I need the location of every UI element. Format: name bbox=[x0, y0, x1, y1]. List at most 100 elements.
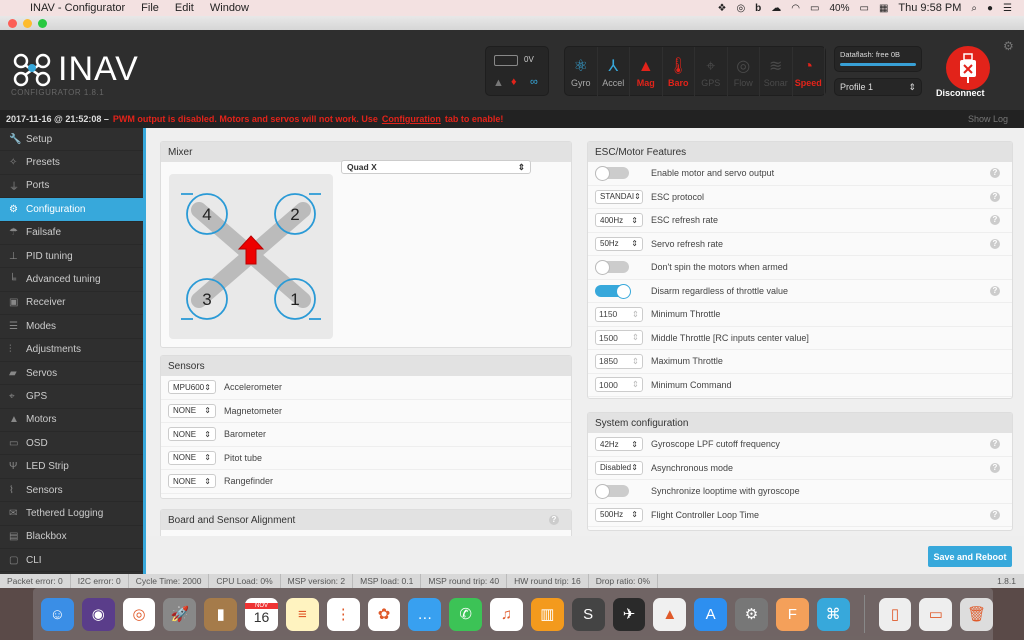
dock-vlc[interactable]: ▲ bbox=[653, 597, 687, 631]
sidebar-item-cli[interactable]: ▢ CLI bbox=[0, 549, 143, 573]
dock-reminders[interactable]: ⋮ bbox=[326, 597, 360, 631]
sidebar-item-setup[interactable]: 🔧 Setup bbox=[0, 128, 143, 152]
help-icon[interactable]: ? bbox=[990, 462, 1000, 473]
stepper-icon[interactable]: ⇕ bbox=[632, 356, 639, 367]
sidebar-item-adjustments[interactable]: ⫶ Adjustments bbox=[0, 339, 143, 362]
dock-notes[interactable]: ≡ bbox=[285, 597, 319, 631]
spotlight-icon[interactable]: ⌕ bbox=[971, 3, 977, 14]
battery-percent[interactable]: 40% bbox=[829, 3, 849, 14]
sidebar-item-osd[interactable]: ▭ OSD bbox=[0, 432, 143, 456]
asynchronous-mode-select[interactable]: Disabled ⇕ bbox=[595, 460, 643, 475]
cloud-icon[interactable]: ☁ bbox=[771, 3, 781, 14]
dock-chrome[interactable]: ◎ bbox=[122, 597, 156, 631]
stepper-icon[interactable]: ⇕ bbox=[632, 332, 639, 343]
profile-select[interactable]: Profile 1 ⇕ bbox=[834, 78, 922, 96]
menu-file[interactable]: File bbox=[141, 2, 159, 14]
sidebar-item-configuration[interactable]: ⚙ Configuration bbox=[0, 198, 143, 222]
dropbox-icon[interactable]: ❖ bbox=[717, 3, 726, 14]
flight-controller-loop-time-select[interactable]: 500Hz ⇕ bbox=[595, 507, 643, 522]
sidebar-item-receiver[interactable]: ▣ Receiver bbox=[0, 292, 143, 316]
barometer-select[interactable]: NONE ⇕ bbox=[168, 427, 216, 442]
synchronize-looptime-with-gyroscope-toggle[interactable] bbox=[595, 484, 629, 500]
stepper-icon[interactable]: ⇕ bbox=[632, 309, 639, 320]
stepper-icon[interactable]: ⇕ bbox=[632, 379, 639, 390]
help-icon[interactable]: ? bbox=[990, 215, 1000, 226]
close-window-button[interactable] bbox=[8, 18, 17, 28]
don-t-spin-the-motors-when-armed-toggle[interactable] bbox=[595, 260, 629, 276]
disconnect-button[interactable] bbox=[946, 46, 990, 90]
minimum-throttle-input[interactable]: 1150 ⇕ bbox=[595, 306, 643, 322]
help-icon[interactable]: ? bbox=[990, 191, 1000, 202]
disconnect-label[interactable]: Disconnect bbox=[936, 88, 985, 98]
save-and-reboot-button[interactable]: Save and Reboot bbox=[928, 546, 1012, 567]
help-icon[interactable]: ? bbox=[990, 439, 1000, 450]
dock-siri[interactable]: ◉ bbox=[81, 597, 115, 631]
dock-trash[interactable]: 🗑 bbox=[960, 597, 994, 631]
sidebar-item-presets[interactable]: ✧ Presets bbox=[0, 151, 143, 175]
dock-calendar[interactable]: NOV 16 bbox=[245, 597, 278, 631]
sidebar-item-motors[interactable]: ▲ Motors bbox=[0, 409, 143, 433]
clock[interactable]: Thu 9:58 PM bbox=[898, 2, 961, 14]
dock-fusion-360[interactable]: F bbox=[775, 597, 809, 631]
app-menu[interactable]: INAV - Configurator bbox=[30, 2, 125, 14]
log-configuration-link[interactable]: Configuration bbox=[382, 114, 441, 124]
help-icon[interactable]: ? bbox=[990, 285, 1000, 296]
sidebar-item-pid-tuning[interactable]: ⊥ PID tuning bbox=[0, 245, 143, 269]
esc-protocol-select[interactable]: STANDAI ⇕ bbox=[595, 189, 643, 204]
esc-refresh-rate-select[interactable]: 400Hz ⇕ bbox=[595, 213, 643, 228]
dock-cyberduck[interactable]: ✈ bbox=[612, 597, 646, 631]
maximum-throttle-input[interactable]: 1850 ⇕ bbox=[595, 353, 643, 369]
middle-throttle-rc-inputs-center-value-input[interactable]: 1500 ⇕ bbox=[595, 330, 643, 346]
show-log-link[interactable]: Show Log bbox=[968, 114, 1008, 124]
dock-finder[interactable]: ☺ bbox=[41, 597, 74, 631]
sidebar-item-advanced-tuning[interactable]: ╘ Advanced tuning bbox=[0, 268, 143, 292]
sidebar-item-failsafe[interactable]: ☂ Failsafe bbox=[0, 222, 143, 245]
accelerometer-select[interactable]: MPU600 ⇕ bbox=[168, 380, 216, 395]
dock-system-preferences[interactable]: ⚙ bbox=[735, 597, 768, 631]
help-icon[interactable]: ? bbox=[990, 238, 1000, 249]
maximize-window-button[interactable] bbox=[38, 18, 47, 28]
creative-cloud-icon[interactable]: ◎ bbox=[736, 3, 745, 14]
menu-window[interactable]: Window bbox=[210, 2, 249, 14]
magnetometer-select[interactable]: NONE ⇕ bbox=[168, 403, 216, 418]
dock-itunes[interactable]: ♫ bbox=[490, 597, 523, 631]
dock-facetime[interactable]: ✆ bbox=[449, 597, 483, 631]
help-icon[interactable]: ? bbox=[990, 168, 1000, 179]
siri-icon[interactable]: ● bbox=[987, 3, 993, 14]
dock-launchpad[interactable]: 🚀 bbox=[163, 597, 197, 631]
dock-app-store[interactable]: A bbox=[694, 597, 728, 631]
dock-ibooks[interactable]: ▥ bbox=[530, 597, 564, 631]
sidebar-item-servos[interactable]: ▰ Servos bbox=[0, 362, 143, 386]
airplay-icon[interactable]: ▭ bbox=[810, 3, 819, 14]
help-icon[interactable]: ? bbox=[990, 509, 1000, 520]
gyroscope-lpf-cutoff-frequency-select[interactable]: 42Hz ⇕ bbox=[595, 437, 643, 452]
dock-messages[interactable]: … bbox=[408, 597, 442, 631]
notification-center-icon[interactable]: ☰ bbox=[1003, 3, 1012, 14]
sidebar-item-ports[interactable]: ⏚ Ports bbox=[0, 175, 143, 199]
dock-chrome-document[interactable]: ▭ bbox=[919, 597, 953, 631]
sidebar-item-gps[interactable]: ⌖ GPS bbox=[0, 385, 143, 409]
dock-contacts[interactable]: ▮ bbox=[204, 597, 238, 631]
minimize-window-button[interactable] bbox=[23, 18, 32, 28]
dock-photos[interactable]: ✿ bbox=[367, 597, 401, 631]
sidebar-item-sensors[interactable]: ⌇ Sensors bbox=[0, 479, 143, 503]
menu-edit[interactable]: Edit bbox=[175, 2, 194, 14]
settings-gear-icon[interactable]: ⚙ bbox=[1003, 39, 1014, 53]
rangefinder-select[interactable]: NONE ⇕ bbox=[168, 474, 216, 489]
mixer-type-select[interactable]: Quad X ⇕ bbox=[341, 160, 531, 174]
sidebar-item-tethered-logging[interactable]: ✉ Tethered Logging bbox=[0, 502, 143, 526]
minimum-command-input[interactable]: 1000 ⇕ bbox=[595, 377, 643, 393]
dock-archive[interactable]: ▯ bbox=[878, 597, 912, 631]
sidebar-item-modes[interactable]: ☰ Modes bbox=[0, 315, 143, 339]
dock-sublime-text[interactable]: S bbox=[571, 597, 605, 631]
wifi-icon[interactable]: ◠ bbox=[791, 3, 800, 14]
disarm-regardless-of-throttle-value-toggle[interactable] bbox=[595, 283, 631, 299]
pitot-tube-select[interactable]: NONE ⇕ bbox=[168, 450, 216, 465]
flag-icon[interactable]: ▦ bbox=[879, 3, 888, 14]
enable-motor-and-servo-output-toggle[interactable] bbox=[595, 166, 629, 182]
sidebar-item-blackbox[interactable]: ▤ Blackbox bbox=[0, 526, 143, 550]
servo-refresh-rate-select[interactable]: 50Hz ⇕ bbox=[595, 236, 643, 251]
b-icon[interactable]: b bbox=[755, 3, 761, 14]
dock-inav-configurator[interactable]: ⌘ bbox=[816, 597, 850, 631]
help-icon[interactable]: ? bbox=[549, 515, 559, 525]
